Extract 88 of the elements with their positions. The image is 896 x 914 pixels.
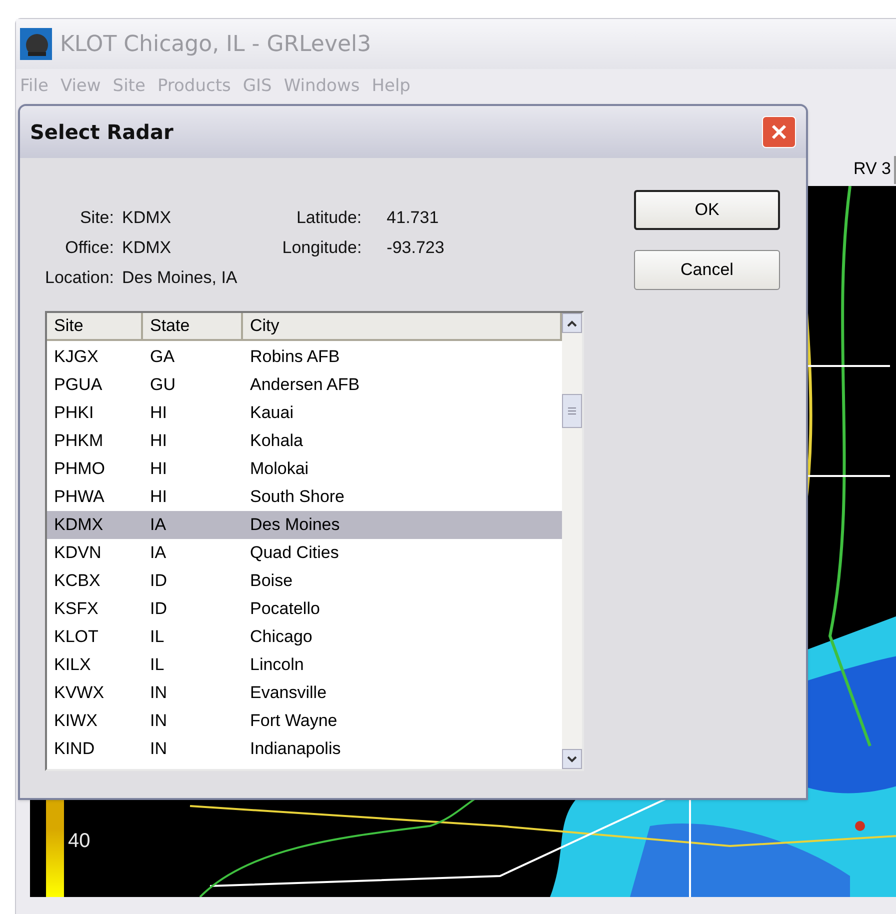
- scroll-thumb[interactable]: [562, 394, 582, 428]
- column-header[interactable]: City: [243, 313, 562, 341]
- scale-label: 40: [68, 830, 90, 852]
- list-row[interactable]: PHWA HI South Shore: [47, 483, 562, 511]
- list-row[interactable]: PGUA GU Andersen AFB: [47, 371, 562, 399]
- table-cell-text: Quad Cities: [249, 542, 340, 564]
- chevron-up-icon: [567, 320, 577, 326]
- table-cell-text: Des Moines: [249, 514, 341, 536]
- list-row[interactable]: KVWX IN Evansville: [47, 679, 562, 707]
- table-cell-text: IN: [149, 710, 168, 732]
- table-cell-text: Molokai: [249, 458, 310, 480]
- list-row[interactable]: KJGX GA Robins AFB: [47, 343, 562, 371]
- field-label: Latitude:: [295, 207, 362, 229]
- table-cell-text: IL: [149, 654, 166, 676]
- table-cell-text: South Shore: [249, 486, 346, 508]
- list-row[interactable]: PHKM HI Kohala: [47, 427, 562, 455]
- cancel-button[interactable]: Cancel: [634, 250, 780, 290]
- column-header[interactable]: Site: [47, 313, 143, 341]
- column-header[interactable]: State: [143, 313, 243, 341]
- field-label: Location:: [45, 267, 114, 289]
- table-cell-text: KILX: [53, 654, 92, 676]
- field-label: Office:: [64, 237, 114, 259]
- table-cell-text: KJGX: [53, 346, 100, 368]
- list-row[interactable]: KDMX IA Des Moines: [47, 511, 562, 539]
- table-cell-text: Boise: [249, 570, 294, 592]
- table-cell-text: HI: [149, 486, 168, 508]
- table-cell-text: PHWA: [53, 486, 106, 508]
- field-label: Longitude:: [282, 237, 362, 259]
- field-value: KDMX: [122, 237, 172, 259]
- table-cell-text: IN: [149, 682, 168, 704]
- table-cell-text: HI: [149, 402, 168, 424]
- table-cell-text: Lincoln: [249, 654, 305, 676]
- table-cell-text: IA: [149, 542, 168, 564]
- table-cell-text: KDVN: [53, 542, 102, 564]
- list-row[interactable]: KIND IN Indianapolis: [47, 735, 562, 763]
- field-value: -93.723: [386, 237, 444, 259]
- field-value: KDMX: [122, 207, 172, 229]
- table-cell-text: Kohala: [249, 430, 304, 452]
- table-cell-text: IN: [149, 738, 168, 760]
- table-cell-text: ID: [149, 570, 168, 592]
- table-cell-text: HI: [149, 430, 168, 452]
- table-cell-text: IL: [149, 626, 166, 648]
- scroll-down-button[interactable]: [562, 749, 582, 769]
- window-title: KLOT Chicago, IL - GRLevel3: [60, 30, 372, 58]
- table-cell-text: KDMX: [53, 514, 104, 536]
- list-row[interactable]: KCBX ID Boise: [47, 567, 562, 595]
- table-cell-text: PHKM: [53, 430, 104, 452]
- table-cell-text: KCBX: [53, 570, 102, 592]
- table-cell-text: GU: [149, 374, 176, 396]
- table-cell-text: Kauai: [249, 402, 294, 424]
- chevron-down-icon: [567, 756, 577, 762]
- list-row[interactable]: KILX IL Lincoln: [47, 651, 562, 679]
- table-cell-text: ID: [149, 598, 168, 620]
- list-row[interactable]: KSFX ID Pocatello: [47, 595, 562, 623]
- list-row[interactable]: KIWX IN Fort Wayne: [47, 707, 562, 735]
- field-label: Site:: [78, 207, 114, 229]
- table-cell-text: KIWX: [53, 710, 98, 732]
- table-cell-text: HI: [149, 458, 168, 480]
- table-cell-text: KIND: [53, 738, 96, 760]
- table-cell-text: PGUA: [53, 374, 104, 396]
- table-cell-text: Chicago: [249, 626, 314, 648]
- scroll-up-button[interactable]: [562, 313, 582, 333]
- field-value: Des Moines, IA: [122, 267, 238, 289]
- scroll-bar[interactable]: [562, 313, 582, 769]
- table-cell-text: KLOT: [53, 626, 100, 648]
- table-cell-text: KSFX: [53, 598, 100, 620]
- table-cell-text: PHKI: [53, 402, 95, 424]
- close-icon: [770, 123, 788, 141]
- list-row[interactable]: PHMO HI Molokai: [47, 455, 562, 483]
- table-cell-text: Evansville: [249, 682, 328, 704]
- field-value: 41.731: [386, 207, 440, 229]
- close-button[interactable]: [762, 116, 796, 148]
- radar-app-icon: [20, 28, 52, 60]
- table-cell-text: Fort Wayne: [249, 710, 338, 732]
- grip-icon: [567, 407, 577, 415]
- table-cell-text: KVWX: [53, 682, 106, 704]
- table-cell-text: Pocatello: [249, 598, 321, 620]
- dialog-title: Select Radar: [30, 119, 174, 146]
- table-cell-text: Andersen AFB: [249, 374, 361, 396]
- list-row[interactable]: PHKI HI Kauai: [47, 399, 562, 427]
- table-cell-text: GA: [149, 346, 176, 368]
- table-cell-text: Indianapolis: [249, 738, 342, 760]
- table-cell-text: Robins AFB: [249, 346, 341, 368]
- list-row[interactable]: KLOT IL Chicago: [47, 623, 562, 651]
- table-cell-text: IA: [149, 514, 168, 536]
- table-cell-text: PHMO: [53, 458, 106, 480]
- ok-button[interactable]: OK: [634, 190, 780, 230]
- list-row[interactable]: KDVN IA Quad Cities: [47, 539, 562, 567]
